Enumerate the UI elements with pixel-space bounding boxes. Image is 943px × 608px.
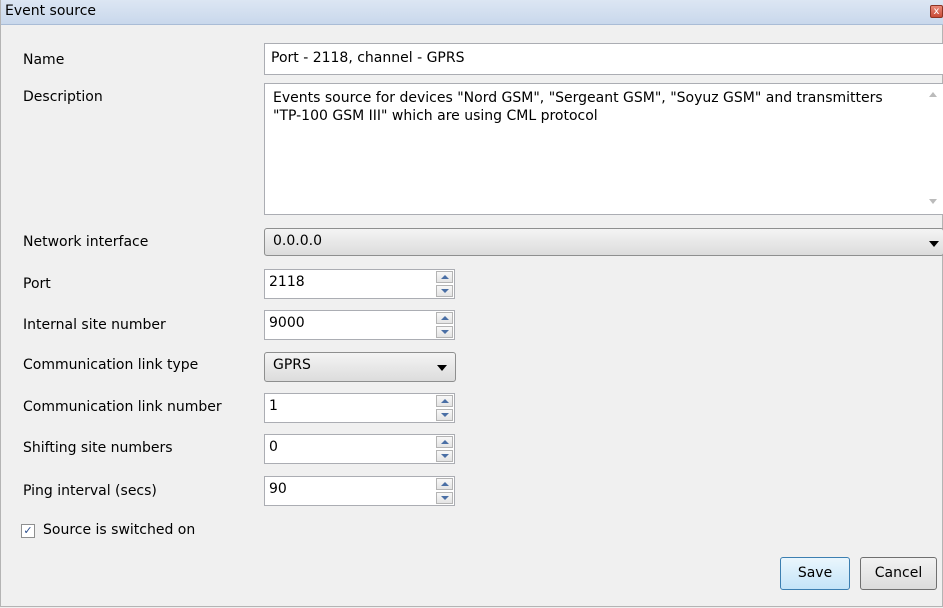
shifting-site-numbers-value: 0 [269, 439, 278, 455]
internal-site-number-decrement-icon[interactable] [436, 326, 453, 338]
event-source-dialog: Event source x Name Port - 2118, channel… [0, 0, 943, 607]
window-title: Event source [5, 3, 97, 19]
ping-interval-spinbox[interactable]: 90 [264, 476, 455, 506]
internal-site-number-label: Internal site number [23, 317, 166, 333]
save-button[interactable]: Save [780, 557, 850, 590]
description-scrollbar[interactable] [923, 84, 943, 214]
internal-site-number-value: 9000 [269, 315, 305, 331]
ping-interval-label: Ping interval (secs) [23, 483, 157, 499]
port-value: 2118 [269, 274, 305, 290]
description-label: Description [23, 89, 103, 105]
shifting-site-numbers-spin-buttons [436, 436, 453, 462]
ping-interval-value: 90 [269, 481, 287, 497]
cancel-button[interactable]: Cancel [860, 557, 937, 590]
chevron-down-icon [929, 241, 939, 247]
shifting-site-numbers-increment-icon[interactable] [436, 436, 453, 448]
title-bar[interactable]: Event source x [1, 0, 943, 25]
ping-interval-decrement-icon[interactable] [436, 492, 453, 504]
communication-link-type-select[interactable]: GPRS [264, 352, 456, 382]
communication-link-type-value: GPRS [273, 357, 311, 373]
communication-link-number-increment-icon[interactable] [436, 395, 453, 407]
internal-site-number-increment-icon[interactable] [436, 312, 453, 324]
communication-link-number-spinbox[interactable]: 1 [264, 393, 455, 423]
name-label: Name [23, 52, 65, 68]
shifting-site-numbers-spinbox[interactable]: 0 [264, 434, 455, 464]
network-interface-select[interactable]: 0.0.0.0 [264, 228, 943, 256]
shifting-site-numbers-label: Shifting site numbers [23, 440, 173, 456]
communication-link-number-label: Communication link number [23, 399, 222, 415]
communication-link-number-value: 1 [269, 398, 278, 414]
communication-link-type-label: Communication link type [23, 357, 199, 373]
port-spin-buttons [436, 271, 453, 297]
port-increment-icon[interactable] [436, 271, 453, 283]
chevron-down-icon [437, 365, 447, 371]
ping-interval-spin-buttons [436, 478, 453, 504]
network-interface-label: Network interface [23, 234, 149, 250]
ping-interval-increment-icon[interactable] [436, 478, 453, 490]
name-input[interactable]: Port - 2118, channel - GPRS [264, 43, 943, 75]
switched-on-label: Source is switched on [43, 522, 196, 538]
port-spinbox[interactable]: 2118 [264, 269, 455, 299]
port-label: Port [23, 276, 51, 292]
scroll-up-icon[interactable] [929, 92, 937, 97]
description-textarea[interactable]: Events source for devices "Nord GSM", "S… [264, 83, 943, 215]
port-decrement-icon[interactable] [436, 285, 453, 297]
switched-on-checkbox[interactable]: ✓ [21, 524, 35, 538]
scroll-down-icon[interactable] [929, 199, 937, 204]
close-icon[interactable]: x [930, 5, 943, 18]
shifting-site-numbers-decrement-icon[interactable] [436, 450, 453, 462]
description-text: Events source for devices "Nord GSM", "S… [273, 90, 883, 124]
internal-site-number-spin-buttons [436, 312, 453, 338]
communication-link-number-spin-buttons [436, 395, 453, 421]
internal-site-number-spinbox[interactable]: 9000 [264, 310, 455, 340]
communication-link-number-decrement-icon[interactable] [436, 409, 453, 421]
network-interface-value: 0.0.0.0 [273, 233, 322, 249]
